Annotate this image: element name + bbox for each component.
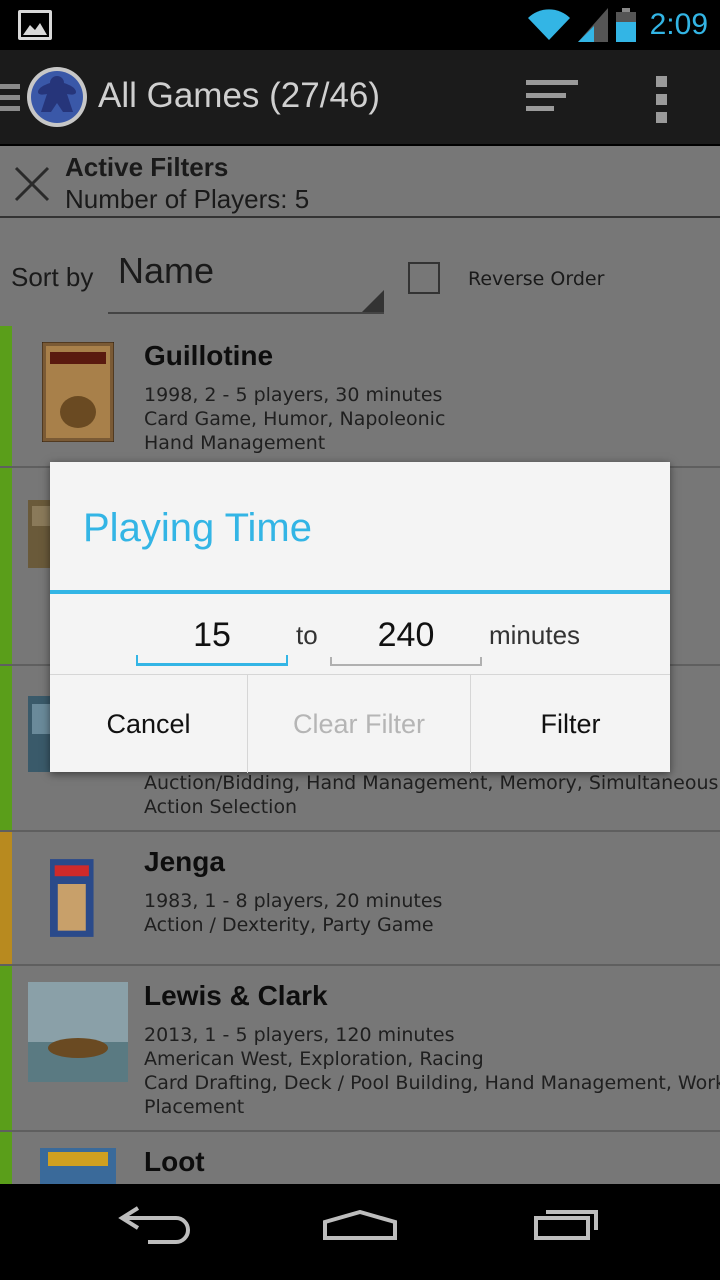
game-name: Lewis & Clark — [144, 980, 328, 1011]
sort-row: Sort by Name Reverse Order — [0, 220, 720, 326]
max-time-input[interactable]: 240 — [330, 612, 482, 666]
sort-spinner[interactable]: Name — [108, 248, 384, 314]
game-info: 1983, 1 - 8 players, 20 minutes — [144, 890, 443, 912]
game-name: Guillotine — [144, 340, 274, 371]
image-notification-icon — [18, 10, 52, 40]
max-time-value: 240 — [377, 616, 435, 654]
sort-value: Name — [118, 250, 215, 291]
game-row[interactable]: Lewis & Clark 2013, 1 - 5 players, 120 m… — [0, 966, 720, 1132]
time-unit: minutes — [489, 620, 581, 650]
game-categories: American West, Exploration, Racing — [144, 1048, 484, 1070]
spinner-corner-icon — [362, 290, 384, 312]
game-row[interactable]: Guillotine 1998, 2 - 5 players, 30 minut… — [0, 326, 720, 468]
status-bar-indicator — [0, 1132, 12, 1184]
action-bar: All Games (27/46) — [0, 50, 720, 146]
active-filters-bar: Active Filters Number of Players: 5 — [0, 146, 720, 218]
game-name: Loot — [144, 1146, 205, 1177]
game-info: 2013, 1 - 5 players, 120 minutes — [144, 1024, 455, 1046]
reverse-order-checkbox[interactable] — [408, 262, 440, 294]
status-bar-indicator — [0, 468, 12, 664]
close-icon[interactable] — [12, 164, 52, 204]
game-categories: Action / Dexterity, Party Game — [144, 914, 434, 936]
wifi-icon — [527, 9, 570, 40]
active-filter-value[interactable]: Number of Players: 5 — [65, 184, 309, 215]
game-row[interactable]: Jenga 1983, 1 - 8 players, 20 minutes Ac… — [0, 832, 720, 966]
game-mechanics: Auction/Bidding, Hand Management, Memory… — [144, 772, 719, 794]
range-separator: to — [296, 620, 318, 650]
battery-icon — [615, 8, 636, 42]
filter-button[interactable]: Filter — [471, 675, 670, 773]
status-bar-indicator — [0, 666, 12, 830]
signal-icon — [577, 8, 608, 42]
overflow-menu-icon[interactable] — [656, 76, 670, 124]
reverse-order-label: Reverse Order — [468, 268, 605, 290]
min-time-input[interactable]: 15 — [136, 612, 288, 666]
status-bar-indicator — [0, 832, 12, 964]
jenga-thumbnail — [50, 859, 94, 937]
meeple-logo-icon[interactable] — [26, 66, 88, 128]
drawer-icon[interactable] — [0, 84, 20, 114]
guillotine-thumbnail — [42, 342, 114, 442]
active-filters-title: Active Filters — [65, 152, 229, 182]
game-mechanics: Action Selection — [144, 796, 298, 818]
cancel-button[interactable]: Cancel — [50, 675, 248, 773]
recent-apps-icon[interactable] — [532, 1204, 604, 1240]
dialog-buttons: Cancel Clear Filter Filter — [50, 674, 670, 773]
sort-icon[interactable] — [526, 80, 582, 120]
lewis-clark-thumbnail — [28, 982, 128, 1082]
sort-label: Sort by — [11, 262, 94, 292]
clock: 2:09 — [649, 8, 708, 41]
game-mechanics: Placement — [144, 1096, 245, 1118]
dialog-divider — [50, 590, 670, 594]
loot-thumbnail — [40, 1148, 116, 1184]
page-title: All Games (27/46) — [98, 76, 381, 115]
game-mechanics: Card Drafting, Deck / Pool Building, Han… — [144, 1072, 720, 1094]
min-time-value: 15 — [193, 616, 231, 654]
game-name: Jenga — [144, 846, 225, 877]
navigation-bar — [0, 1184, 720, 1280]
back-icon[interactable] — [118, 1204, 190, 1244]
game-categories: Card Game, Humor, Napoleonic — [144, 408, 446, 430]
dialog-title: Playing Time — [83, 506, 312, 550]
game-row[interactable]: Loot — [0, 1132, 720, 1184]
status-bar-indicator — [0, 966, 12, 1130]
playing-time-dialog: Playing Time 15 to 240 minutes Cancel Cl… — [50, 462, 670, 773]
status-bar-indicator — [0, 326, 12, 466]
game-mechanics: Hand Management — [144, 432, 326, 454]
clear-filter-button[interactable]: Clear Filter — [248, 675, 471, 773]
home-icon[interactable] — [322, 1210, 398, 1240]
game-info: 1998, 2 - 5 players, 30 minutes — [144, 384, 443, 406]
status-bar: 2:09 — [0, 0, 720, 50]
